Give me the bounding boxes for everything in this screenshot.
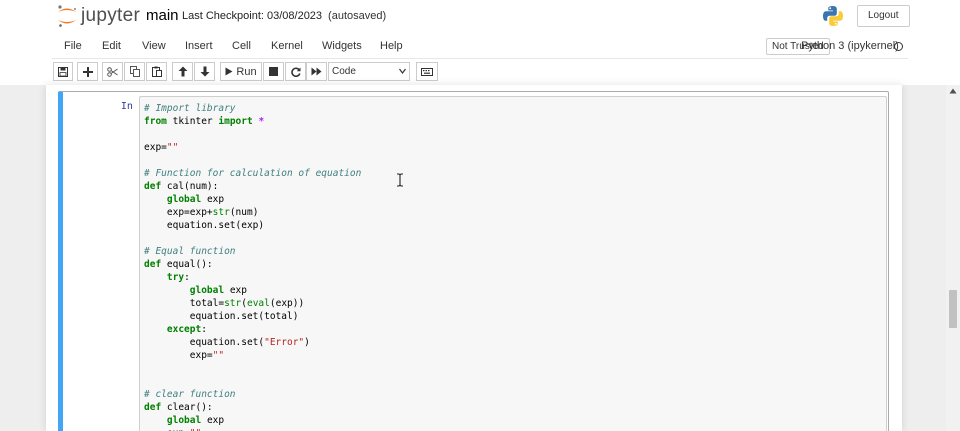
menu-kernel[interactable]: Kernel [271, 40, 303, 52]
refresh-icon [290, 67, 301, 77]
chevron-down-icon [399, 68, 406, 74]
kernel-name[interactable]: Python 3 (ipykernel) [801, 40, 899, 52]
code-line: exp="" [144, 350, 225, 361]
code-line: # clear function [144, 389, 236, 400]
save-button[interactable] [53, 62, 73, 81]
code-line: # Function for calculation of equation [144, 168, 362, 179]
notebook-container: In [2]: # Import libraryfrom tkinter imp… [0, 85, 960, 431]
copy-cells-button[interactable] [124, 62, 145, 81]
move-cell-up-button[interactable] [172, 62, 193, 81]
run-button[interactable]: Run [220, 62, 262, 81]
run-label: Run [236, 65, 257, 78]
code-line: exp=exp+str(num) [144, 207, 259, 218]
menu-help[interactable]: Help [380, 40, 403, 52]
move-cell-down-button[interactable] [194, 62, 215, 81]
cell-type-select[interactable]: Code [328, 62, 410, 81]
code-line: def equal(): [144, 259, 213, 270]
code-line: global exp [189, 285, 247, 296]
code-line: exp="" [144, 427, 361, 431]
checkpoint-text: Last Checkpoint: 03/08/2023 [182, 10, 323, 22]
menu-cell[interactable]: Cell [232, 40, 251, 52]
menu-widgets[interactable]: Widgets [322, 40, 362, 52]
menu-file[interactable]: File [64, 40, 82, 52]
code-line: except: [166, 324, 207, 335]
code-line: global exp [166, 415, 225, 426]
logout-button[interactable]: Logout [857, 5, 910, 27]
restart-kernel-button[interactable] [285, 62, 306, 81]
interrupt-kernel-button[interactable] [263, 62, 284, 81]
header-divider [52, 58, 908, 59]
code-line: from tkinter import * [144, 116, 265, 127]
scissors-icon [107, 66, 118, 77]
jupyter-logo[interactable]: jupyter [56, 3, 140, 29]
header-bar: jupyter main Last Checkpoint: 03/08/2023… [0, 0, 960, 33]
play-icon [225, 67, 233, 76]
code-line: exp="" [144, 142, 179, 153]
vertical-scrollbar[interactable] [946, 85, 960, 431]
code-line: # Import library [144, 103, 236, 114]
kernel-idle-indicator-icon [894, 42, 903, 51]
code-line: try: [166, 272, 190, 283]
python-logo-icon [822, 5, 844, 30]
copy-icon [129, 66, 140, 77]
code-line: def cal(num): [144, 181, 219, 192]
arrow-up-icon [178, 66, 187, 77]
paste-cells-button[interactable] [146, 62, 167, 81]
notebook-name[interactable]: main [146, 7, 179, 24]
text-cursor-icon [397, 173, 403, 187]
toolbar: Run Code [52, 61, 908, 83]
cut-cells-button[interactable] [102, 62, 123, 81]
code-line: total=str(eval(exp)) [144, 298, 305, 309]
jupyter-logo-icon [58, 5, 77, 27]
fast-forward-icon [311, 67, 322, 76]
code-line: # Equal function [144, 246, 236, 257]
paste-icon [151, 66, 162, 77]
code-editor[interactable]: # Import library from tkinter import * ex… [139, 96, 887, 431]
scroll-up-arrow-icon[interactable] [949, 88, 957, 94]
code-line: global exp [166, 194, 225, 205]
code-line: equation.set(exp) [144, 220, 265, 231]
notebook-page: In [2]: # Import libraryfrom tkinter imp… [46, 85, 902, 431]
code-line: equation.set(total) [144, 311, 299, 322]
scrollbar-thumb[interactable] [949, 290, 957, 328]
keyboard-icon [421, 67, 433, 76]
jupyter-logo-text: jupyter [81, 5, 141, 26]
stop-icon [269, 67, 278, 76]
code-line: equation.set("Error") [144, 337, 310, 348]
plus-icon [82, 66, 93, 77]
cell-type-value: Code [332, 66, 356, 77]
command-palette-button[interactable] [416, 62, 438, 81]
checkpoint-status: Last Checkpoint: 03/08/2023 (autosaved) [182, 10, 386, 22]
menu-edit[interactable]: Edit [102, 40, 121, 52]
code-line: def clear(): [144, 402, 213, 413]
menubar: File Edit View Insert Cell Kernel Widget… [52, 35, 908, 57]
insert-cell-below-button[interactable] [77, 62, 98, 81]
header: jupyter main Last Checkpoint: 03/08/2023… [0, 0, 960, 85]
arrow-down-icon [200, 66, 209, 77]
restart-run-all-button[interactable] [306, 62, 327, 81]
code-content: # Import library from tkinter import * ex… [144, 102, 361, 431]
menu-view[interactable]: View [142, 40, 166, 52]
autosave-status: (autosaved) [328, 10, 387, 22]
save-icon [58, 66, 68, 77]
code-cell-selected[interactable]: In [2]: # Import libraryfrom tkinter imp… [58, 91, 889, 431]
menu-insert[interactable]: Insert [185, 40, 213, 52]
